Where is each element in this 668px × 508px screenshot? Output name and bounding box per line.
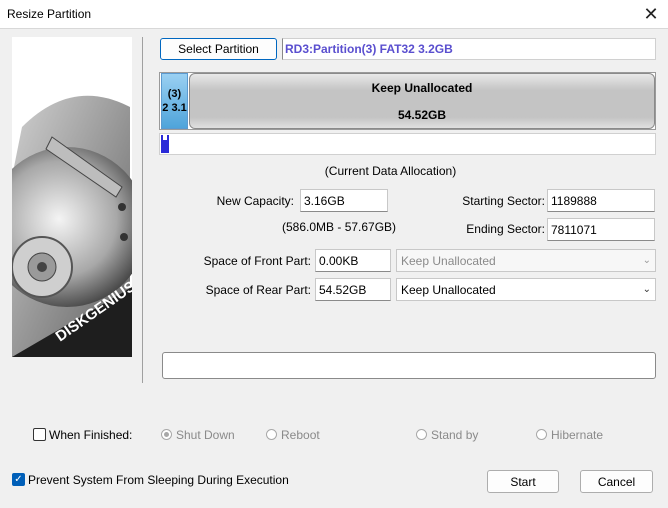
shut-down-radio[interactable]: [161, 429, 172, 440]
chevron-down-icon: ⌄: [642, 255, 651, 266]
unallocated-block[interactable]: Keep Unallocated 54.52GB: [189, 73, 655, 129]
unallocated-label: Keep Unallocated: [371, 80, 473, 95]
hard-disk-illustration: DISKGENIUS: [12, 37, 132, 357]
rear-space-label: Space of Rear Part:: [205, 283, 311, 297]
new-capacity-input[interactable]: 3.16GB: [300, 189, 388, 212]
new-capacity-label: New Capacity:: [216, 194, 294, 208]
progress-bar: [162, 352, 656, 379]
front-space-input[interactable]: 0.00KB: [315, 249, 391, 272]
data-allocation-fill: [163, 140, 167, 153]
start-button[interactable]: Start: [487, 470, 559, 493]
allocation-caption: (Current Data Allocation): [324, 164, 457, 178]
reboot-radio[interactable]: [266, 429, 277, 440]
hibernate-radio[interactable]: [536, 429, 547, 440]
vertical-divider: [142, 37, 143, 383]
when-finished-checkbox[interactable]: [33, 428, 46, 441]
cancel-button[interactable]: Cancel: [580, 470, 653, 493]
partition-block-label: (3): [167, 88, 182, 100]
window-title: Resize Partition: [7, 7, 92, 21]
chevron-down-icon: ⌄: [642, 284, 651, 295]
select-partition-button[interactable]: Select Partition: [160, 38, 277, 60]
when-finished-label: When Finished:: [49, 428, 133, 442]
ending-sector-input[interactable]: 7811071: [547, 218, 655, 241]
rear-space-dropdown[interactable]: Keep Unallocated ⌄: [396, 278, 656, 301]
partition-block[interactable]: (3) 2 3.1: [161, 73, 188, 129]
stand-by-label: Stand by: [431, 428, 479, 442]
diskgenius-side-image: DISKGENIUS: [12, 37, 132, 357]
unallocated-size: 54.52GB: [397, 107, 447, 122]
shut-down-label: Shut Down: [176, 428, 235, 442]
prevent-sleep-label: Prevent System From Sleeping During Exec…: [28, 473, 289, 487]
front-space-option: Keep Unallocated: [401, 253, 496, 268]
prevent-sleep-checkbox[interactable]: ✓: [12, 473, 25, 486]
hibernate-label: Hibernate: [551, 428, 604, 442]
stand-by-radio[interactable]: [416, 429, 427, 440]
capacity-range-text: (586.0MB - 57.67GB): [282, 220, 397, 234]
rear-space-input[interactable]: 54.52GB: [315, 278, 391, 301]
data-allocation-bar: [159, 133, 656, 155]
rear-space-option: Keep Unallocated: [401, 282, 496, 297]
starting-sector-input[interactable]: 1189888: [547, 189, 655, 212]
title-bar: [0, 0, 668, 28]
front-space-label: Space of Front Part:: [203, 254, 311, 268]
reboot-label: Reboot: [281, 428, 320, 442]
close-icon[interactable]: ✕: [640, 4, 662, 24]
ending-sector-label: Ending Sector:: [466, 222, 545, 236]
starting-sector-label: Starting Sector:: [462, 194, 545, 208]
partition-info-text: RD3:Partition(3) FAT32 3.2GB: [285, 42, 453, 56]
front-space-dropdown: Keep Unallocated ⌄: [396, 249, 656, 272]
partition-block-size: 2 3.1: [162, 102, 187, 114]
